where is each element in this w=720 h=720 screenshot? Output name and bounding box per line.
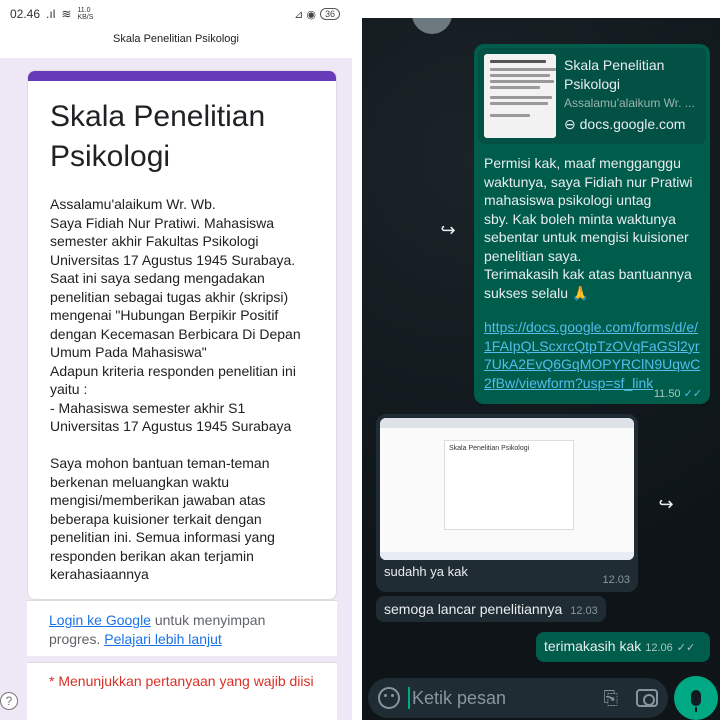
form-title: Skala Penelitian Psikologi <box>50 100 266 173</box>
form-accent-bar <box>28 71 336 81</box>
message-timestamp: 11.50 ✓✓ <box>654 387 702 400</box>
attach-icon[interactable]: ⎘ <box>604 688 618 709</box>
browser-page-title: Skala Penelitian Psikologi <box>113 33 239 45</box>
screenshot-root: 02.46 .ıl ≋ 11.0 KB/S ⊿ ◉ 36 Skala Penel… <box>0 0 720 720</box>
link-preview-domain: ⊖ docs.google.com <box>564 116 686 132</box>
screenshot-taskbar <box>380 552 634 560</box>
help-icon[interactable]: ? <box>0 692 18 710</box>
message-text: terimakasih kak <box>544 638 642 654</box>
incoming-image-message[interactable]: Skala Penelitian Psikologi sudahh ya kak… <box>376 414 638 592</box>
screenshot-doc-title: Skala Penelitian Psikologi <box>449 445 530 452</box>
message-time: 11.50 <box>653 388 681 400</box>
form-header-card: Skala Penelitian Psikologi Assalamu'alai… <box>27 70 337 600</box>
screenshot-browser-bar <box>380 418 634 428</box>
outgoing-message[interactable]: terimakasih kak 12.06 ✓✓ <box>536 632 710 662</box>
incoming-message[interactable]: semoga lancar penelitiannya 12.03 <box>376 596 606 622</box>
status-bar: 02.46 .ıl ≋ 11.0 KB/S ⊿ ◉ 36 <box>0 0 352 28</box>
emoji-icon[interactable] <box>378 687 400 709</box>
login-link[interactable]: Login ke Google <box>49 612 151 628</box>
message-time: 12.06 <box>645 642 673 654</box>
message-input[interactable]: Ketik pesan <box>412 688 604 709</box>
google-form-screen: 02.46 .ıl ≋ 11.0 KB/S ⊿ ◉ 36 Skala Penel… <box>0 0 352 720</box>
forward-icon[interactable]: ↪ <box>434 216 462 244</box>
message-text: semoga lancar penelitiannya <box>384 601 563 617</box>
read-ticks-icon: ✓✓ <box>676 642 696 654</box>
message-text: Permisi kak, maaf mengganggu waktunya, s… <box>484 155 693 301</box>
read-ticks-icon: ✓✓ <box>683 388 702 400</box>
image-time: 12.03 <box>602 574 630 586</box>
screenshot-image[interactable]: Skala Penelitian Psikologi <box>380 418 634 560</box>
mic-button[interactable] <box>674 676 718 720</box>
form-description: Assalamu'alaikum Wr. Wb. Saya Fidiah Nur… <box>50 196 301 582</box>
mic-icon <box>691 690 701 712</box>
status-icons: ⊿ ◉ <box>294 8 316 21</box>
wifi-icon: ≋ <box>61 7 72 21</box>
link-preview-subtitle: Assalamu'alaikum Wr. ... <box>564 96 695 110</box>
outgoing-message-link[interactable]: Skala Penelitian Psikologi Assalamu'alai… <box>474 44 710 404</box>
link-preview[interactable]: Skala Penelitian Psikologi Assalamu'alai… <box>478 48 706 144</box>
link-preview-title: Skala Penelitian Psikologi <box>564 57 665 92</box>
required-note: * Menunjukkan pertanyaan yang wajib diis… <box>27 662 337 720</box>
battery-icon: 36 <box>319 8 340 20</box>
message-input-bar[interactable]: Ketik pesan ⎘ <box>368 678 668 718</box>
image-caption: sudahh ya kak <box>384 564 468 579</box>
learn-more-link[interactable]: Pelajari lebih lanjut <box>104 631 222 647</box>
message-time: 12.03 <box>570 605 598 617</box>
form-url-link[interactable]: https://docs.google.com/forms/d/e/1FAIpQ… <box>474 302 710 392</box>
text-caret <box>408 687 410 709</box>
link-preview-thumbnail <box>484 54 556 138</box>
forward-icon[interactable]: ↪ <box>652 490 680 518</box>
whatsapp-chat-screen: Skala Penelitian Psikologi Assalamu'alai… <box>362 18 720 720</box>
camera-icon[interactable] <box>636 689 658 707</box>
network-speed: 11.0 KB/S <box>77 7 94 21</box>
login-notice: Login ke Google untuk menyimpan progres.… <box>27 600 337 656</box>
status-time: 02.46 <box>10 7 41 21</box>
screenshot-document: Skala Penelitian Psikologi <box>444 440 574 530</box>
signal-icon: .ıl <box>46 7 56 21</box>
